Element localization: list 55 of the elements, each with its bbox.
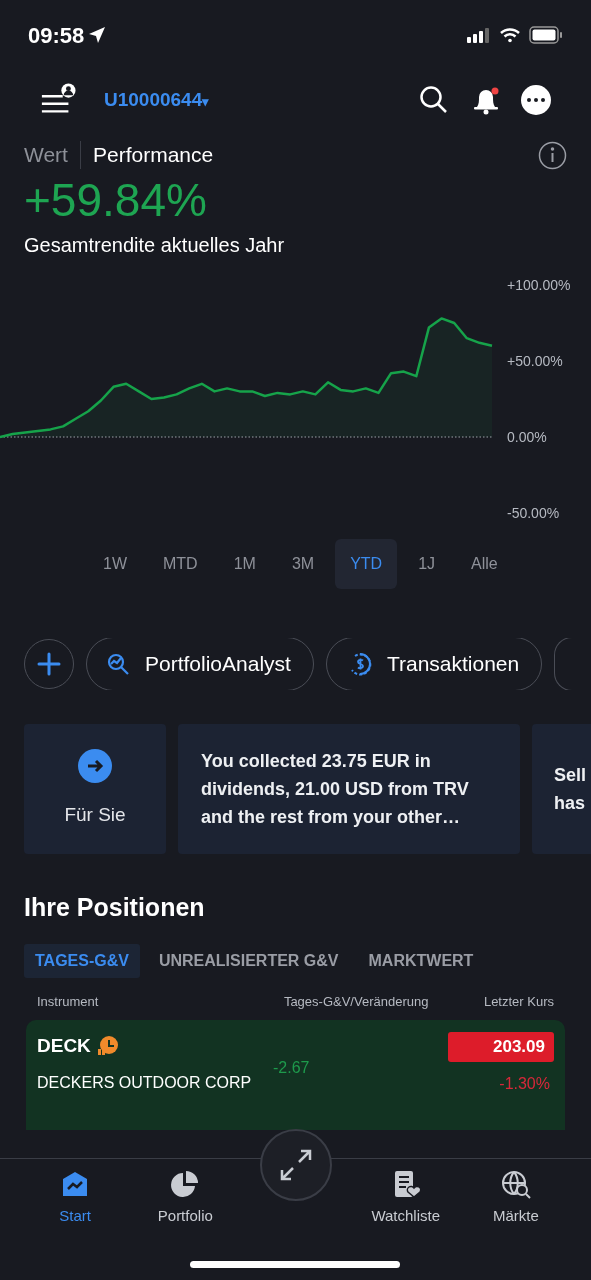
more-button[interactable]	[521, 85, 551, 115]
for-you-card[interactable]: Für Sie	[24, 724, 166, 854]
column-header: Letzter Kurs	[483, 993, 554, 1012]
message-text: has	[554, 792, 587, 815]
arrow-right-icon	[78, 748, 112, 783]
message-card[interactable]: You collected 23.75 EUR in dividends, 21.00 USD from TRV and the rest from your other…	[178, 724, 520, 854]
position-symbol: DECK	[37, 1034, 91, 1058]
period-tab[interactable]: MTD	[148, 539, 213, 589]
nav-tab[interactable]: Portfolio	[130, 1169, 241, 1280]
card-label: Für Sie	[64, 802, 126, 827]
nav-tab[interactable]: Start	[20, 1169, 131, 1280]
signal-icon	[467, 27, 491, 43]
period-tab[interactable]: 1J	[403, 539, 451, 589]
location-arrow-icon	[88, 26, 107, 44]
axis-label: 0.00%	[507, 429, 547, 445]
account-selector[interactable]: U10000644▾	[104, 85, 210, 115]
battery-icon	[529, 26, 563, 44]
message-card[interactable]: Sell has	[532, 724, 591, 854]
period-tab[interactable]: 1W	[88, 539, 142, 589]
period-tab[interactable]: YTD	[335, 539, 398, 589]
add-button[interactable]	[24, 639, 74, 689]
pie-chart-icon	[170, 1169, 201, 1199]
position-row[interactable]: DECK DECKERS OUTDOOR CORP -2.67 203.09 -1.30%	[26, 1020, 565, 1130]
section-title: Ihre Positionen	[23, 892, 206, 923]
column-header: Tages-G&V/Veränderung	[283, 993, 429, 1012]
positions-tab[interactable]: TAGES-G&V	[24, 944, 140, 978]
diagonal-arrows-icon	[278, 1148, 313, 1182]
nav-tab[interactable]: Märkte	[460, 1169, 571, 1280]
notifications-button[interactable]	[471, 85, 501, 115]
period-tab[interactable]: Alle	[456, 539, 513, 589]
message-text: Sell	[554, 764, 588, 787]
plus-icon	[37, 652, 61, 676]
performance-value: +59.84%	[23, 173, 208, 228]
wifi-icon	[499, 27, 521, 43]
performance-caption: Gesamtrendite aktuelles Jahr	[23, 233, 286, 258]
status-time: 09:58	[28, 21, 85, 50]
globe-search-icon	[499, 1169, 532, 1199]
axis-label: +100.00%	[507, 277, 571, 293]
period-tab[interactable]: 1M	[218, 539, 271, 589]
price-badge: 203.09	[448, 1032, 554, 1062]
position-pnl: -2.67	[273, 1058, 310, 1078]
column-header: Instrument	[37, 993, 99, 1012]
axis-label: -50.00%	[507, 505, 560, 521]
positions-tab[interactable]: UNREALISIERTER G&V	[147, 944, 350, 978]
view-tab[interactable]: Wert	[24, 139, 68, 171]
positions-tab[interactable]: MARKTWERT	[357, 944, 485, 978]
axis-label: +50.00%	[507, 353, 563, 369]
view-tab[interactable]: Performance	[92, 139, 214, 171]
magnifier-chart-icon	[107, 652, 131, 676]
search-icon	[419, 85, 449, 115]
position-name: DECKERS OUTDOOR CORP	[37, 1072, 253, 1093]
position-change: -1.30%	[499, 1074, 551, 1094]
message-text: You collected 23.75 EUR in dividends, 21.00 USD from TRV and the rest from your other…	[201, 750, 470, 829]
info-icon[interactable]	[538, 140, 567, 170]
period-tab[interactable]: 3M	[276, 539, 330, 589]
